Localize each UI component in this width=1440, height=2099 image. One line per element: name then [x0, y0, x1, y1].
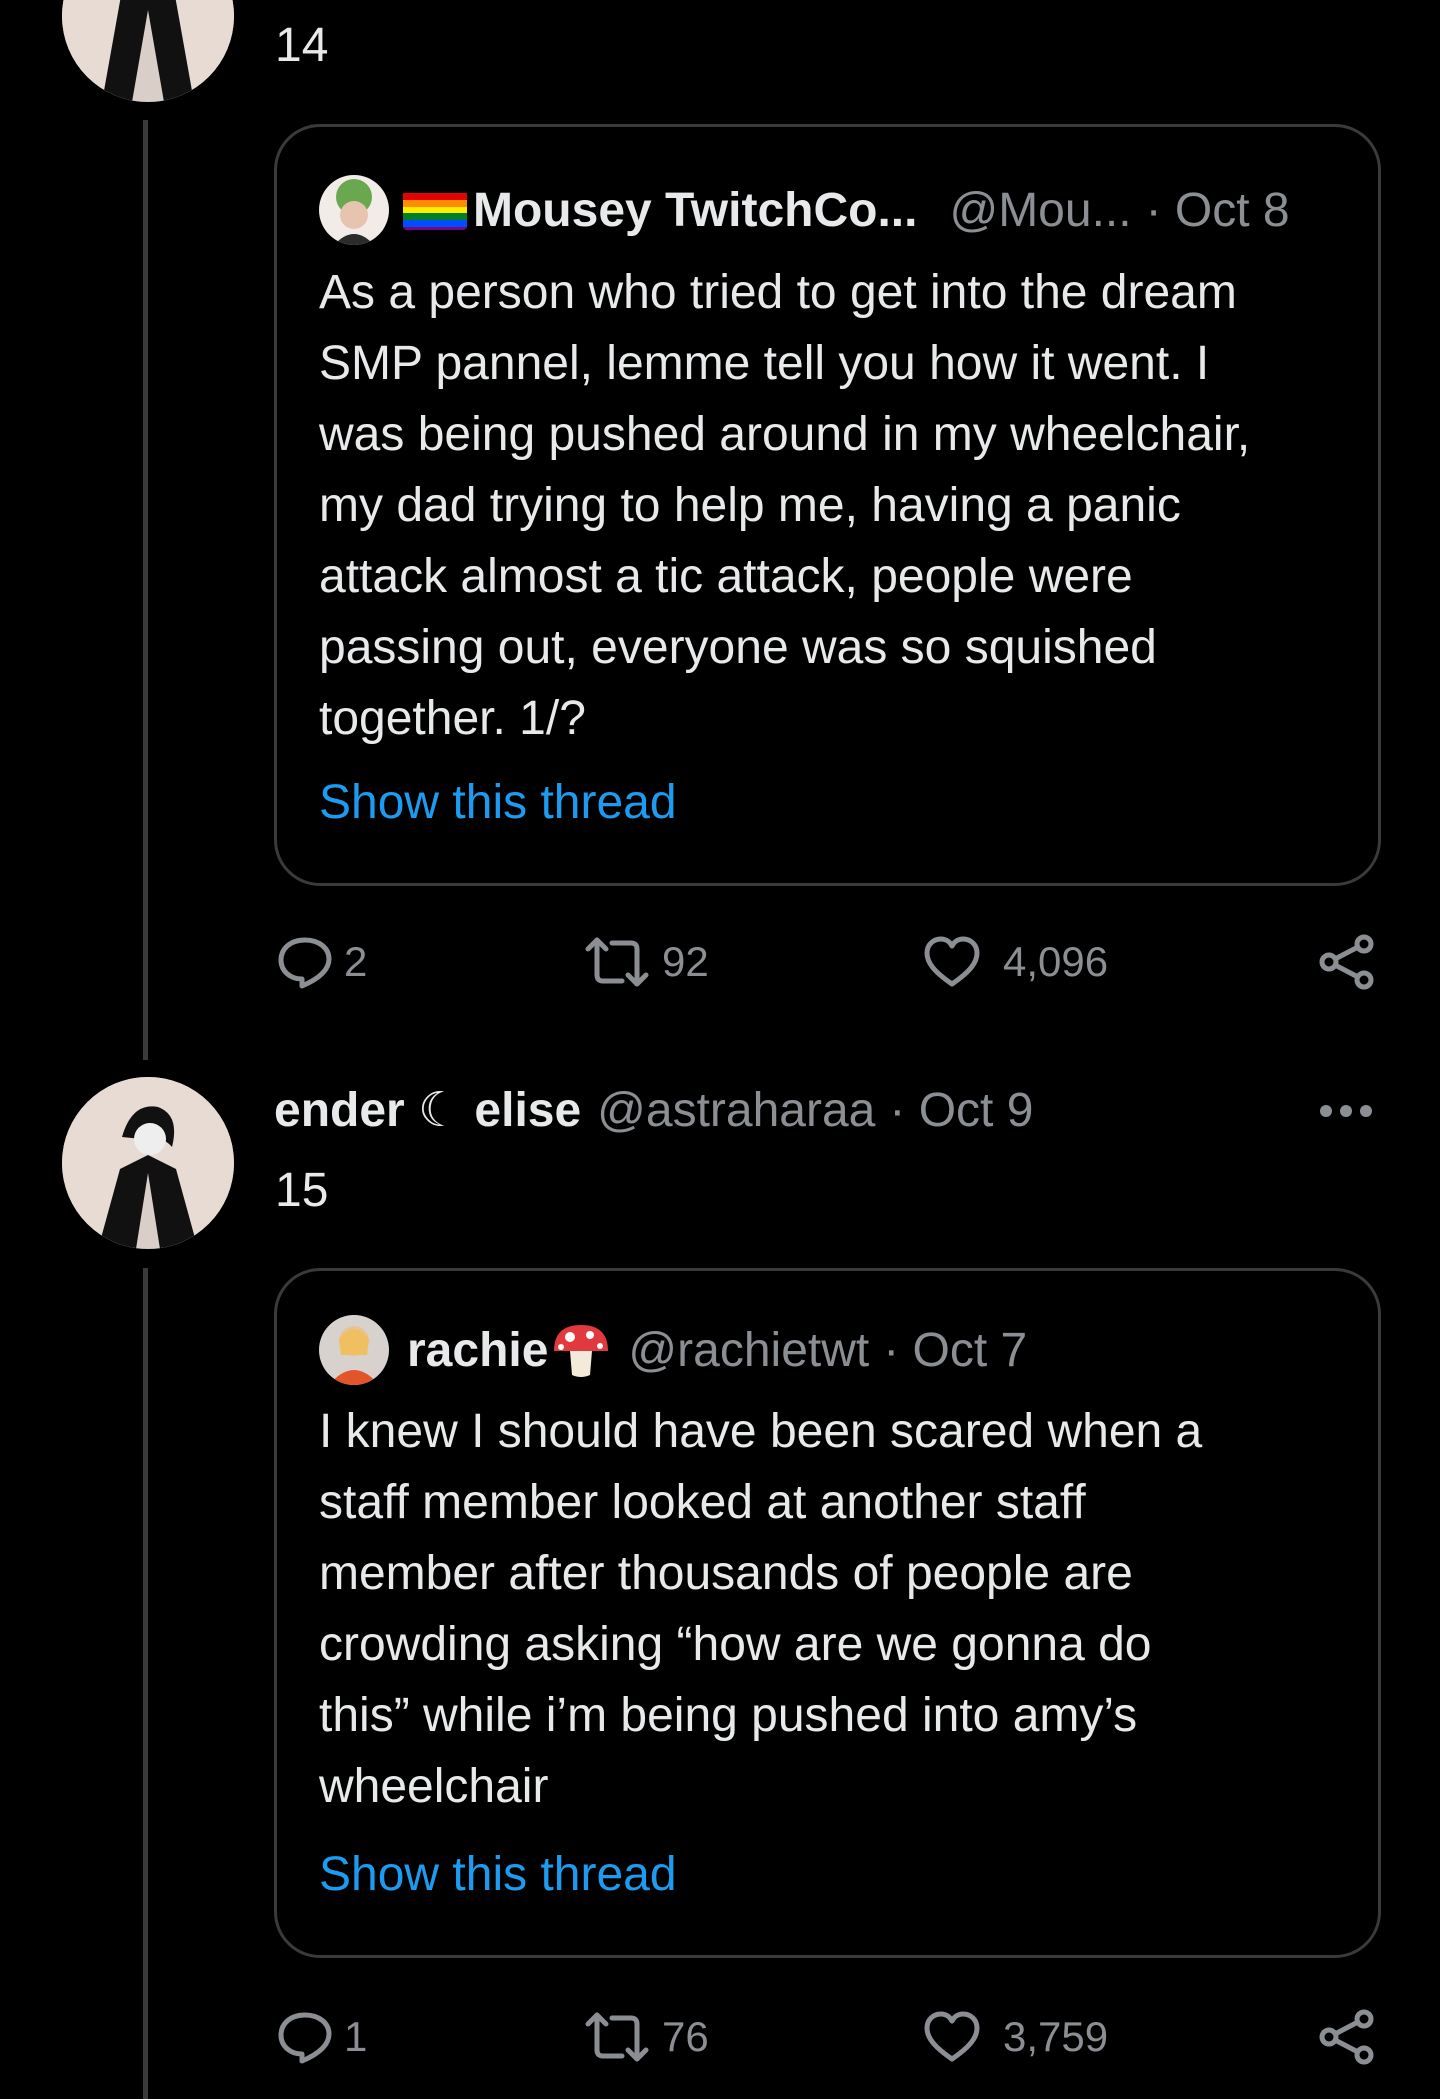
quote-date[interactable]: · Oct 8: [1146, 183, 1290, 238]
quote-text: As a person who tried to get into the dr…: [319, 257, 1379, 754]
quote-avatar-rachie: [319, 1315, 389, 1385]
avatar-ender-elise[interactable]: [62, 1077, 234, 1249]
like-button[interactable]: 4,096: [923, 935, 1108, 989]
quote-display-name[interactable]: Mousey TwitchCo...: [473, 183, 917, 238]
quote-display-name[interactable]: rachie: [407, 1323, 548, 1378]
retweet-icon: [585, 2012, 649, 2062]
quote-tweet-card-rachie[interactable]: rachie @rachietwt · Oct 7 I knew I shoul…: [274, 1268, 1381, 1958]
reply-icon: [278, 937, 332, 989]
share-button[interactable]: [1318, 2008, 1376, 2066]
quote-text-line: this” while i’m being pushed into amy’s: [319, 1689, 1138, 1742]
quote-handle[interactable]: @Mou...: [949, 183, 1131, 238]
retweet-button[interactable]: 92: [582, 935, 709, 989]
quote-date[interactable]: · Oct 7: [883, 1323, 1027, 1378]
retweet-button[interactable]: 76: [582, 2010, 709, 2064]
quote-text-line: together. 1/?: [319, 692, 586, 745]
reply-button[interactable]: 2: [276, 935, 367, 989]
quote-tweet-card-mousey[interactable]: Mousey TwitchCo... @Mou... · Oct 8 As a …: [274, 124, 1381, 886]
retweet-count: 92: [662, 938, 709, 985]
quote-text-line: was being pushed around in my wheelchair…: [319, 408, 1251, 461]
thread-line: [143, 120, 148, 1060]
quote-text-line: crowding asking “how are we gonna do: [319, 1618, 1152, 1671]
handle[interactable]: @astraharaa: [597, 1083, 875, 1138]
quote-text-line: As a person who tried to get into the dr…: [319, 266, 1237, 319]
quote-header: Mousey TwitchCo... @Mou... · Oct 8: [319, 175, 1290, 245]
heart-icon: [924, 936, 980, 987]
quote-text-line: passing out, everyone was so squished: [319, 621, 1157, 674]
quote-text-line: my dad trying to help me, having a panic: [319, 479, 1181, 532]
avatar-ender-elise-top[interactable]: [62, 0, 234, 102]
quote-avatar-mousey: [319, 175, 389, 245]
quote-text-line: staff member looked at another staff: [319, 1476, 1086, 1529]
show-thread-link[interactable]: Show this thread: [319, 1847, 677, 1902]
pride-flag-icon: [403, 190, 467, 230]
quote-handle[interactable]: @rachietwt: [628, 1323, 869, 1378]
reply-count: 2: [344, 938, 368, 985]
like-count: 3,759: [1003, 2013, 1109, 2060]
retweet-count: 76: [662, 2013, 709, 2060]
quote-text-line: wheelchair: [319, 1760, 549, 1813]
like-button[interactable]: 3,759: [923, 2010, 1108, 2064]
quote-text: I knew I should have been scared when a …: [319, 1396, 1379, 1822]
retweet-icon: [585, 937, 649, 987]
share-icon: [1319, 2009, 1374, 2065]
mushroom-icon: [550, 1319, 612, 1381]
quote-header: rachie @rachietwt · Oct 7: [319, 1315, 1027, 1385]
more-options-button[interactable]: [1318, 1098, 1374, 1129]
thread-line: [143, 1268, 148, 2099]
reply-button[interactable]: 1: [276, 2010, 367, 2064]
quote-text-line: attack almost a tic attack, people were: [319, 550, 1133, 603]
reply-icon: [278, 2012, 332, 2064]
reply-count: 1: [344, 2013, 368, 2060]
tweet-header: ender ☾ elise @astraharaa · Oct 9: [274, 1082, 1033, 1138]
quote-text-line: member after thousands of people are: [319, 1547, 1133, 1600]
share-button[interactable]: [1318, 933, 1376, 991]
quote-text-line: SMP pannel, lemme tell you how it went. …: [319, 337, 1210, 390]
tweet-body: 14: [275, 19, 329, 72]
tweet-body: 15: [275, 1164, 329, 1217]
more-dots-icon: [1320, 1105, 1372, 1117]
heart-icon: [924, 2011, 980, 2062]
quote-text-line: I knew I should have been scared when a: [319, 1405, 1203, 1458]
tweet-date[interactable]: · Oct 9: [889, 1083, 1033, 1138]
share-icon: [1319, 934, 1374, 990]
show-thread-link[interactable]: Show this thread: [319, 775, 677, 830]
display-name[interactable]: ender ☾ elise: [274, 1082, 581, 1138]
like-count: 4,096: [1003, 938, 1109, 985]
